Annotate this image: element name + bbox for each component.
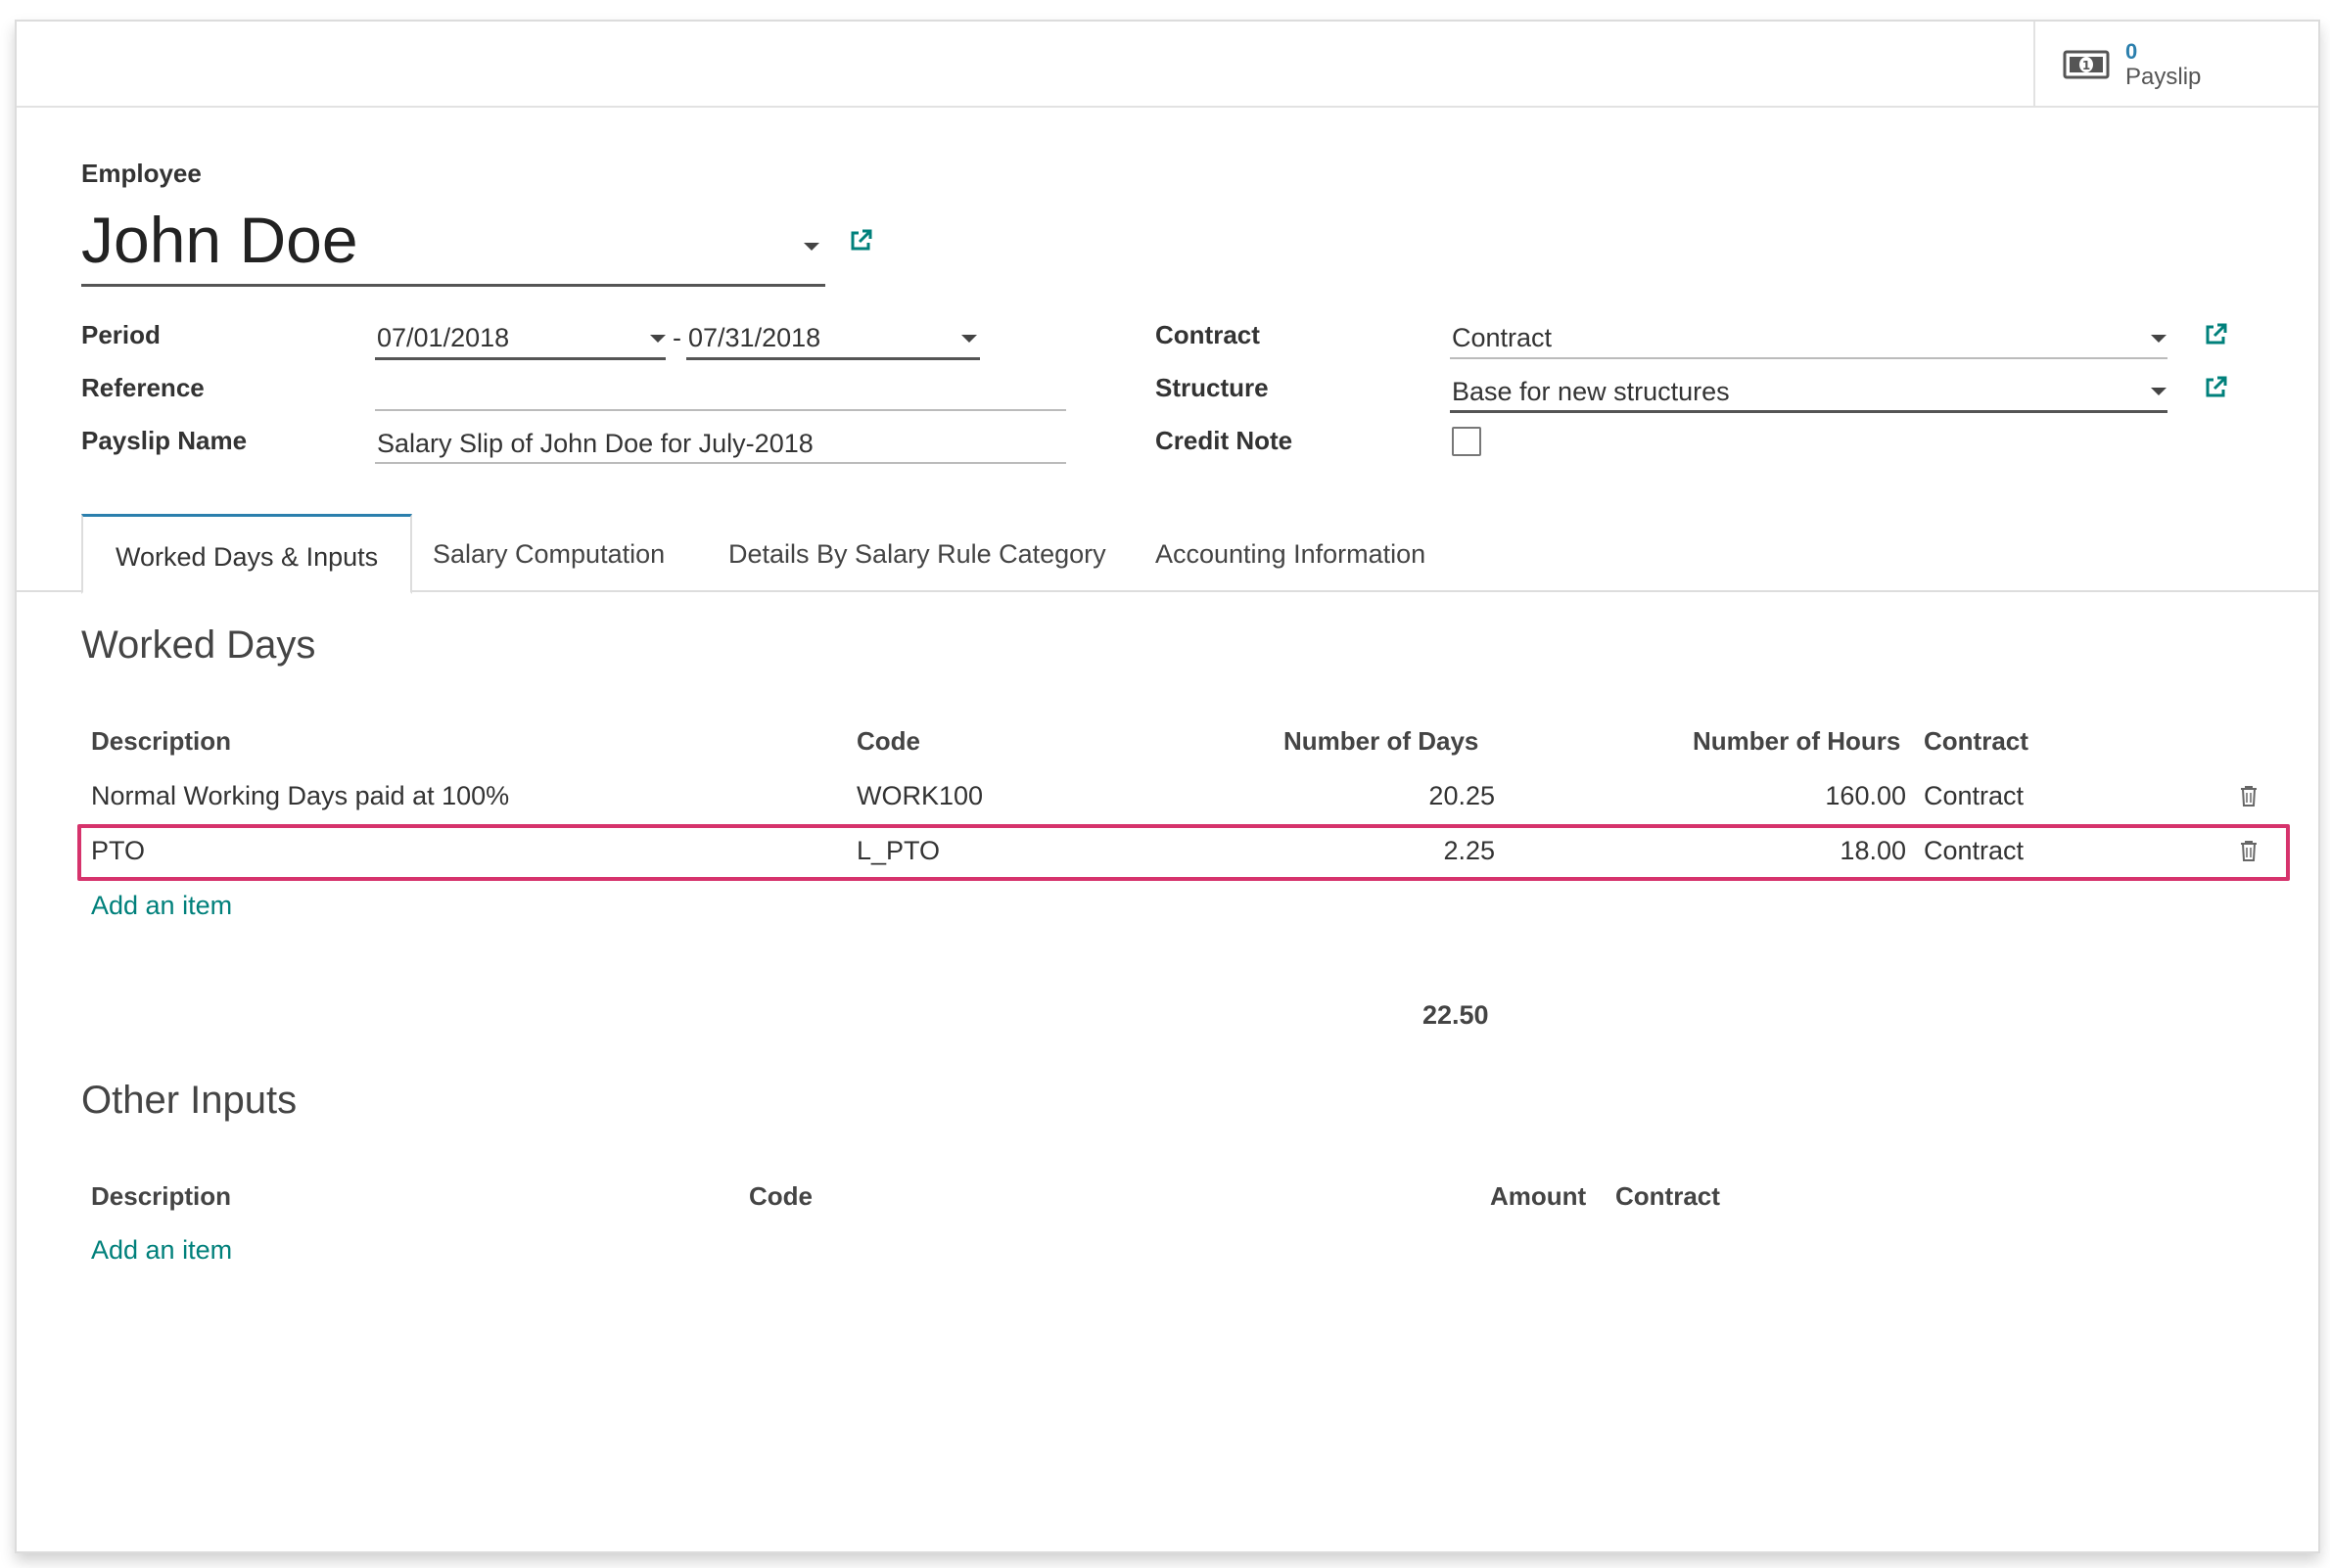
payslip-form-sheet: 1 0 Payslip Employee John Doe Period 07/…	[15, 20, 2320, 1553]
table-row-code[interactable]: L_PTO	[857, 836, 940, 866]
payslip-name-input[interactable]: Salary Slip of John Doe for July-2018	[377, 429, 814, 459]
table-row-contract[interactable]: Contract	[1924, 781, 2024, 811]
period-end-underline	[686, 357, 980, 360]
payslip-stat: 0 Payslip	[2125, 39, 2201, 91]
oi-col-amount[interactable]: Amount	[1490, 1181, 1586, 1212]
table-row-description[interactable]: Normal Working Days paid at 100%	[91, 781, 509, 811]
oi-col-contract[interactable]: Contract	[1615, 1181, 1720, 1212]
wd-col-days[interactable]: Number of Days	[1283, 726, 1478, 757]
period-start-input[interactable]: 07/01/2018	[377, 323, 509, 353]
period-start-underline	[375, 357, 666, 360]
table-row-contract[interactable]: Contract	[1924, 836, 2024, 866]
tab-details-by-salary-rule-category[interactable]: Details By Salary Rule Category	[728, 514, 1106, 592]
wd-col-hours[interactable]: Number of Hours	[1693, 726, 1900, 757]
oi-col-description[interactable]: Description	[91, 1181, 231, 1212]
wd-col-code[interactable]: Code	[857, 726, 920, 757]
period-end-dropdown-icon[interactable]	[961, 335, 977, 343]
period-start-dropdown-icon[interactable]	[650, 335, 666, 343]
employee-dropdown-icon[interactable]	[804, 243, 819, 251]
other-inputs-add-item-link[interactable]: Add an item	[91, 1235, 232, 1266]
payslip-smart-button[interactable]: 1 0 Payslip	[2033, 22, 2318, 108]
employee-field-underline	[81, 284, 825, 287]
svg-text:1: 1	[2082, 59, 2090, 72]
tab-accounting-information[interactable]: Accounting Information	[1155, 514, 1425, 592]
tab-worked-days-inputs[interactable]: Worked Days & Inputs	[81, 514, 413, 594]
contract-label: Contract	[1155, 320, 1260, 349]
contract-dropdown-icon[interactable]	[2151, 335, 2167, 343]
structure-input[interactable]: Base for new structures	[1452, 377, 1730, 407]
employee-name-field[interactable]: John Doe	[81, 203, 358, 277]
payslip-label: Payslip	[2125, 63, 2202, 90]
credit-note-label: Credit Note	[1155, 426, 1293, 455]
tab-salary-computation[interactable]: Salary Computation	[433, 514, 665, 592]
structure-dropdown-icon[interactable]	[2151, 388, 2167, 395]
period-separator: -	[673, 323, 681, 352]
table-row-description[interactable]: PTO	[91, 836, 145, 866]
structure-external-link-icon[interactable]	[2202, 374, 2229, 401]
employee-label: Employee	[81, 159, 202, 188]
table-row-days[interactable]: 2.25	[1348, 836, 1495, 866]
other-inputs-title: Other Inputs	[81, 1079, 298, 1122]
employee-external-link-icon[interactable]	[847, 227, 874, 254]
button-box: 1 0 Payslip	[17, 22, 2318, 108]
structure-underline	[1450, 410, 2167, 413]
period-end-input[interactable]: 07/31/2018	[688, 323, 820, 353]
structure-label: Structure	[1155, 373, 1269, 402]
wd-col-contract[interactable]: Contract	[1924, 726, 2028, 757]
oi-col-code[interactable]: Code	[749, 1181, 813, 1212]
trash-icon[interactable]	[2239, 840, 2259, 861]
contract-external-link-icon[interactable]	[2202, 321, 2229, 348]
contract-input[interactable]: Contract	[1452, 323, 1552, 353]
notebook-tabs: Worked Days & Inputs Salary Computation …	[17, 514, 2318, 594]
reference-underline	[375, 409, 1066, 411]
worked-days-add-item-link[interactable]: Add an item	[91, 891, 232, 921]
worked-days-title: Worked Days	[81, 623, 316, 667]
table-row-hours[interactable]: 18.00	[1759, 836, 1906, 866]
worked-days-total-days: 22.50	[1422, 1000, 1489, 1030]
credit-note-checkbox[interactable]	[1452, 427, 1481, 456]
wd-col-description[interactable]: Description	[91, 726, 231, 757]
table-row-hours[interactable]: 160.00	[1759, 781, 1906, 811]
payslip-count: 0	[2125, 38, 2138, 64]
money-icon: 1	[2063, 50, 2110, 79]
payslip-name-underline	[375, 462, 1066, 464]
table-row-code[interactable]: WORK100	[857, 781, 983, 811]
table-row-days[interactable]: 20.25	[1348, 781, 1495, 811]
trash-icon[interactable]	[2239, 785, 2259, 807]
payslip-name-label: Payslip Name	[81, 426, 248, 455]
reference-label: Reference	[81, 373, 205, 402]
contract-underline	[1450, 357, 2167, 359]
period-label: Period	[81, 320, 161, 349]
